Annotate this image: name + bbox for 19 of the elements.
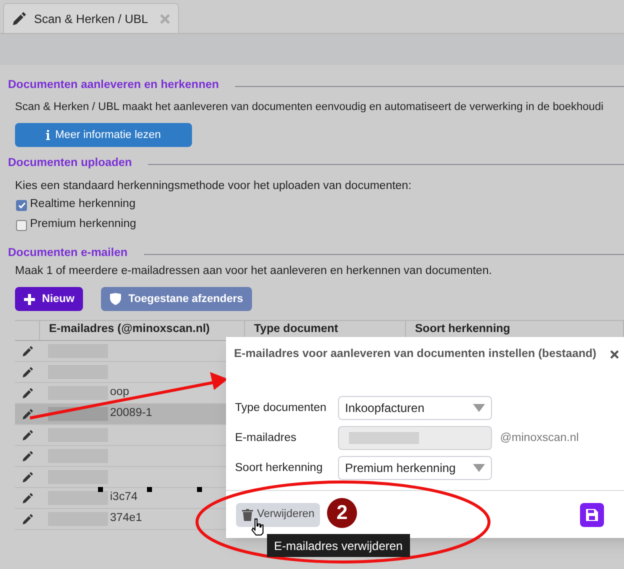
dialog-title: E-mailadres voor aanleveren van documenten instellen (bestaand) (234, 347, 596, 362)
field-label: E-mailadres (235, 430, 298, 446)
table-cell-text: 374e1 (110, 511, 142, 526)
field-label: Type documenten (235, 400, 328, 416)
checkbox-label: Realtime herkenning (30, 197, 136, 212)
table-cell-text: i3c74 (110, 490, 138, 506)
checkbox-label: Premium herkenning (30, 217, 136, 232)
upload-text: Kies een standaard herkenningsmethode voor het uploaden van documenten: (14, 179, 412, 194)
email-text: Maak 1 of meerdere e-mailadressen aan voor het aanleveren en herkennen van documenten. (14, 264, 493, 279)
table-cell-text: oop (110, 385, 130, 400)
field-label: Soort herkenning (235, 460, 324, 476)
tab-title: Scan & Herken / UBL (34, 10, 148, 28)
tooltip: E-mailadres verwijderen (267, 534, 410, 557)
email-domain: @minoxscan.nl (500, 430, 579, 446)
section-heading: Documenten aanleveren en herkennen (8, 78, 219, 94)
table-cell-text: 20089-1 (110, 406, 152, 422)
section-heading: Documenten e-mailen (8, 246, 128, 262)
intro-text: Scan & Herken / UBL maakt het aanleveren van documenten eenvoudig en automatiseert de verwerking in de boekhoudi (14, 100, 604, 115)
section-heading: Documenten uploaden (8, 156, 132, 172)
